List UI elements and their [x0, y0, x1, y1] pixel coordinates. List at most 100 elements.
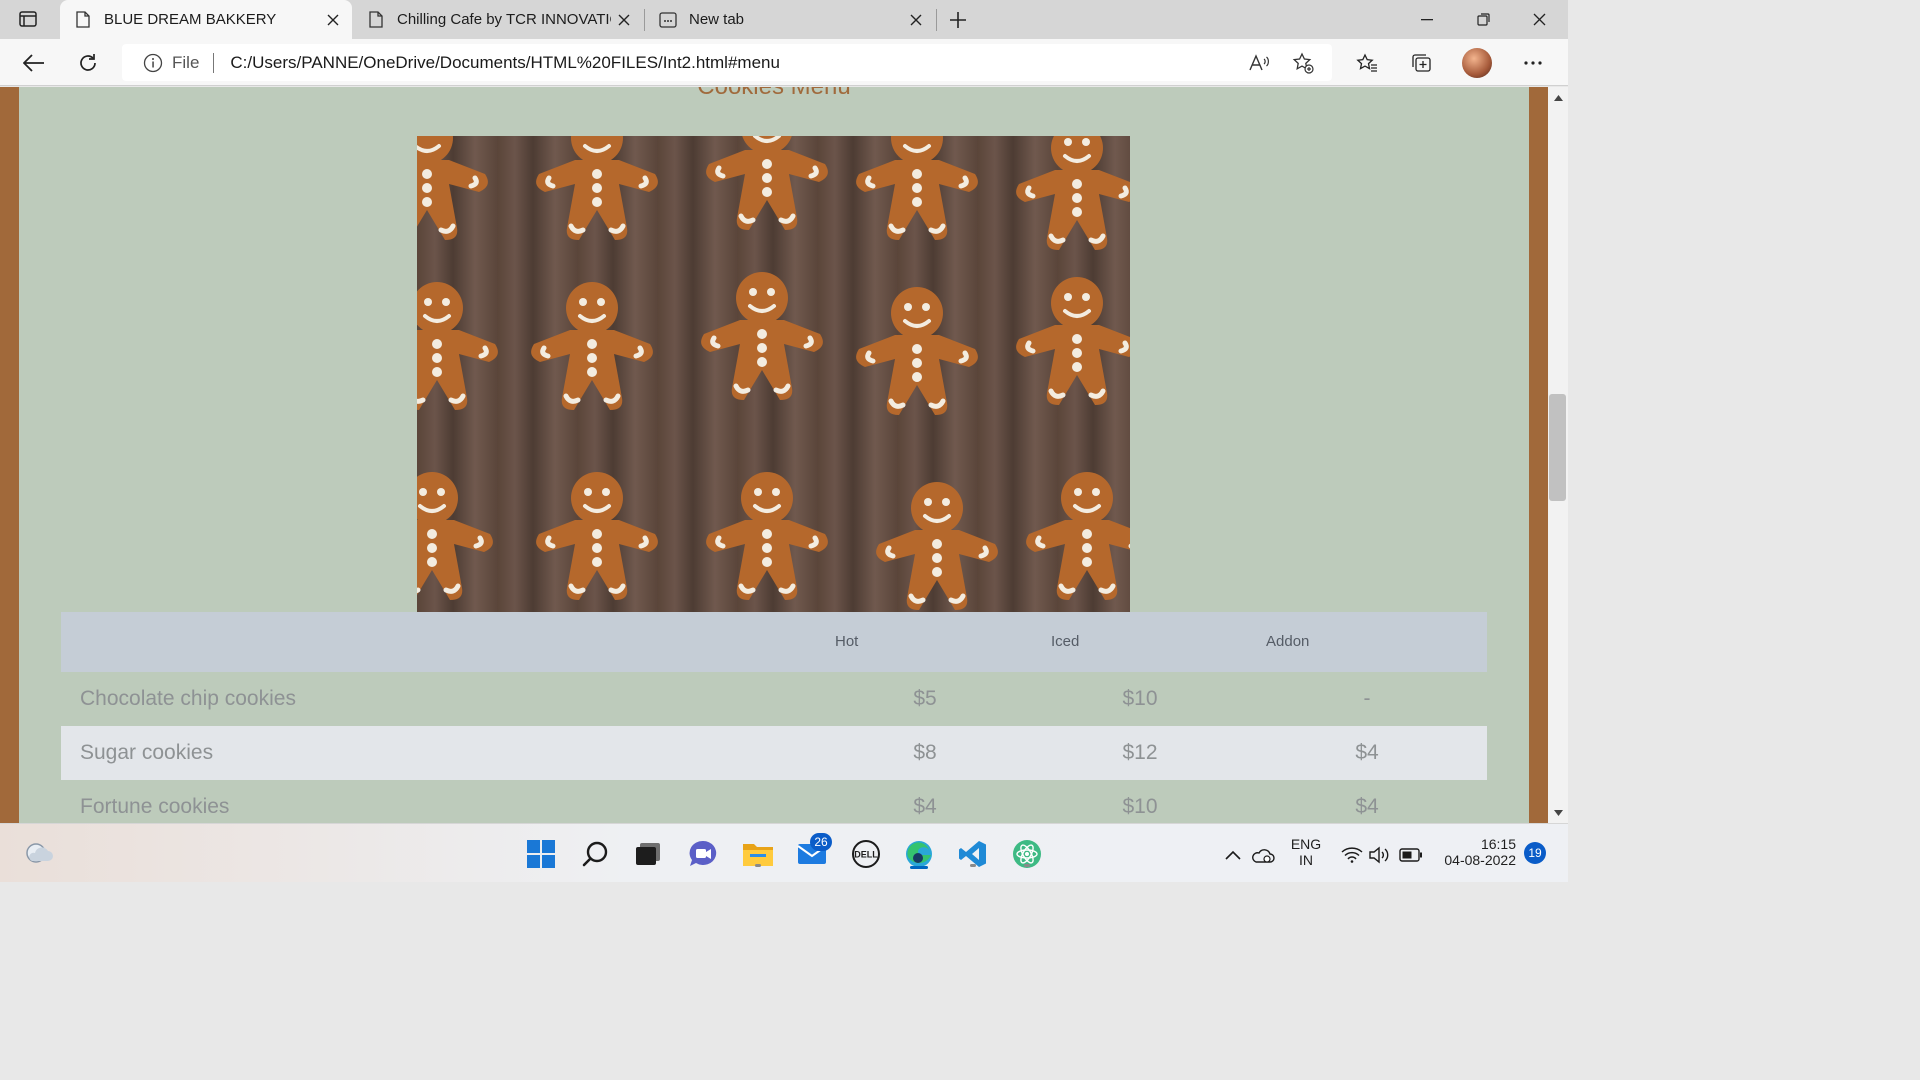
tab-new-tab[interactable]: New tab: [645, 0, 935, 39]
price-hot: $5: [913, 687, 937, 710]
scrollbar-thumb[interactable]: [1549, 394, 1566, 501]
price-addon: -: [1363, 687, 1371, 710]
clock-date: 04-08-2022: [1444, 852, 1516, 868]
close-tab-icon[interactable]: [903, 7, 929, 33]
tab-actions-button[interactable]: [14, 8, 42, 30]
back-button[interactable]: [17, 46, 51, 80]
page-content: Cookies Menu: [19, 87, 1529, 823]
mail-badge: 26: [810, 833, 832, 851]
close-tab-icon[interactable]: [320, 7, 346, 33]
wifi-icon[interactable]: [1338, 838, 1366, 872]
minimize-icon: [1421, 18, 1433, 20]
scroll-down-arrow-icon[interactable]: [1552, 807, 1564, 819]
atom-icon[interactable]: [1010, 837, 1044, 871]
new-tab-button[interactable]: [944, 6, 972, 34]
back-arrow-icon: [23, 54, 44, 72]
vertical-scrollbar[interactable]: [1548, 87, 1568, 823]
teams-chat-icon[interactable]: [686, 837, 720, 871]
file-explorer-icon[interactable]: [741, 837, 775, 871]
table-row: Chocolate chip cookies $5 $10 -: [61, 672, 1487, 726]
url-text[interactable]: C:/Users/PANNE/OneDrive/Documents/HTML%2…: [230, 53, 1244, 73]
active-app-indicator: [910, 866, 928, 869]
close-tab-icon[interactable]: [611, 7, 637, 33]
close-window-button[interactable]: [1511, 0, 1567, 39]
collections-button[interactable]: [1404, 46, 1438, 80]
page-icon: [367, 11, 385, 29]
item-name: Chocolate chip cookies: [80, 687, 296, 710]
column-header-iced: Iced: [1051, 633, 1080, 650]
scroll-up-arrow-icon[interactable]: [1552, 92, 1564, 104]
windows-taskbar: 26 DELL ENG IN 16:15 04-08-2022: [0, 823, 1568, 882]
item-name: Sugar cookies: [80, 741, 214, 764]
more-dots-icon: [1524, 61, 1542, 65]
address-divider: [213, 52, 215, 73]
gingerbread-cookies-image: [417, 136, 1130, 612]
item-name: Fortune cookies: [80, 795, 230, 818]
price-addon: $4: [1355, 795, 1379, 818]
column-header-addon: Addon: [1266, 633, 1310, 650]
tab-actions-icon: [19, 11, 37, 27]
table-row: Fortune cookies $4 $10 $4: [61, 780, 1487, 823]
price-iced: $12: [1122, 741, 1158, 764]
tab-blue-dream-bakkery[interactable]: BLUE DREAM BAKKERY: [60, 0, 352, 39]
price-hot: $4: [913, 795, 937, 818]
table-row: Sugar cookies $8 $12 $4: [61, 726, 1487, 780]
language-line1: ENG: [1290, 836, 1322, 852]
language-line2: IN: [1299, 852, 1313, 868]
tab-title: Chilling Cafe by TCR INNOVATIO: [397, 11, 611, 28]
settings-menu-button[interactable]: [1516, 46, 1550, 80]
language-indicator[interactable]: ENG IN: [1284, 836, 1328, 868]
minimize-button[interactable]: [1399, 0, 1455, 39]
add-favorite-icon[interactable]: [1288, 48, 1318, 78]
tab-strip: BLUE DREAM BAKKERY Chilling Cafe by TCR …: [0, 0, 1568, 39]
refresh-button[interactable]: [71, 46, 105, 80]
clock[interactable]: 16:15 04-08-2022: [1434, 836, 1518, 868]
favorites-star-icon: [1356, 53, 1377, 72]
url-scheme-label: File: [172, 52, 200, 72]
section-title: Cookies Menu: [19, 87, 1529, 101]
info-icon[interactable]: [142, 52, 164, 74]
refresh-icon: [80, 54, 96, 71]
search-icon[interactable]: [579, 837, 613, 871]
address-bar[interactable]: File C:/Users/PANNE/OneDrive/Documents/H…: [122, 44, 1332, 81]
weather-icon[interactable]: [22, 837, 56, 871]
read-aloud-icon[interactable]: [1244, 48, 1274, 78]
show-hidden-icons-chevron-icon[interactable]: [1218, 838, 1248, 872]
plus-icon: [950, 12, 966, 28]
restore-icon: [1476, 13, 1490, 26]
running-indicator: [970, 864, 976, 867]
restore-button[interactable]: [1455, 0, 1511, 39]
browser-toolbar: File C:/Users/PANNE/OneDrive/Documents/H…: [0, 39, 1568, 86]
volume-icon[interactable]: [1366, 838, 1394, 872]
new-tab-page-icon: [659, 11, 677, 29]
collections-icon: [1412, 54, 1431, 72]
column-header-hot: Hot: [835, 633, 859, 650]
tab-chilling-cafe[interactable]: Chilling Cafe by TCR INNOVATIO: [353, 0, 643, 39]
edge-icon[interactable]: [902, 837, 936, 871]
notification-badge[interactable]: 19: [1524, 842, 1546, 864]
gingerbread-cookies-illustration: [417, 136, 1130, 612]
close-icon: [1533, 13, 1545, 26]
profile-avatar[interactable]: [1462, 48, 1492, 78]
price-iced: $10: [1122, 687, 1158, 710]
svg-text:DELL: DELL: [854, 850, 878, 860]
tab-separator: [936, 9, 937, 31]
start-icon[interactable]: [524, 837, 558, 871]
cookies-menu-table: Hot Iced Addon Chocolate chip cookies $5…: [61, 612, 1487, 823]
price-addon: $4: [1355, 741, 1379, 764]
tab-title: New tab: [689, 11, 745, 28]
dell-icon[interactable]: DELL: [849, 837, 883, 871]
vscode-icon[interactable]: [956, 837, 990, 871]
page-viewport: Cookies Menu: [0, 87, 1548, 823]
page-icon: [74, 11, 92, 29]
task-view-icon[interactable]: [631, 837, 665, 871]
favorites-button[interactable]: [1350, 46, 1384, 80]
price-hot: $8: [913, 741, 937, 764]
tab-title: BLUE DREAM BAKKERY: [104, 11, 277, 28]
running-indicator: [1024, 864, 1030, 867]
clock-time: 16:15: [1480, 836, 1516, 852]
running-indicator: [755, 864, 761, 867]
battery-icon[interactable]: [1396, 838, 1426, 872]
onedrive-icon[interactable]: [1248, 838, 1278, 872]
table-header-row: Hot Iced Addon: [61, 612, 1487, 672]
